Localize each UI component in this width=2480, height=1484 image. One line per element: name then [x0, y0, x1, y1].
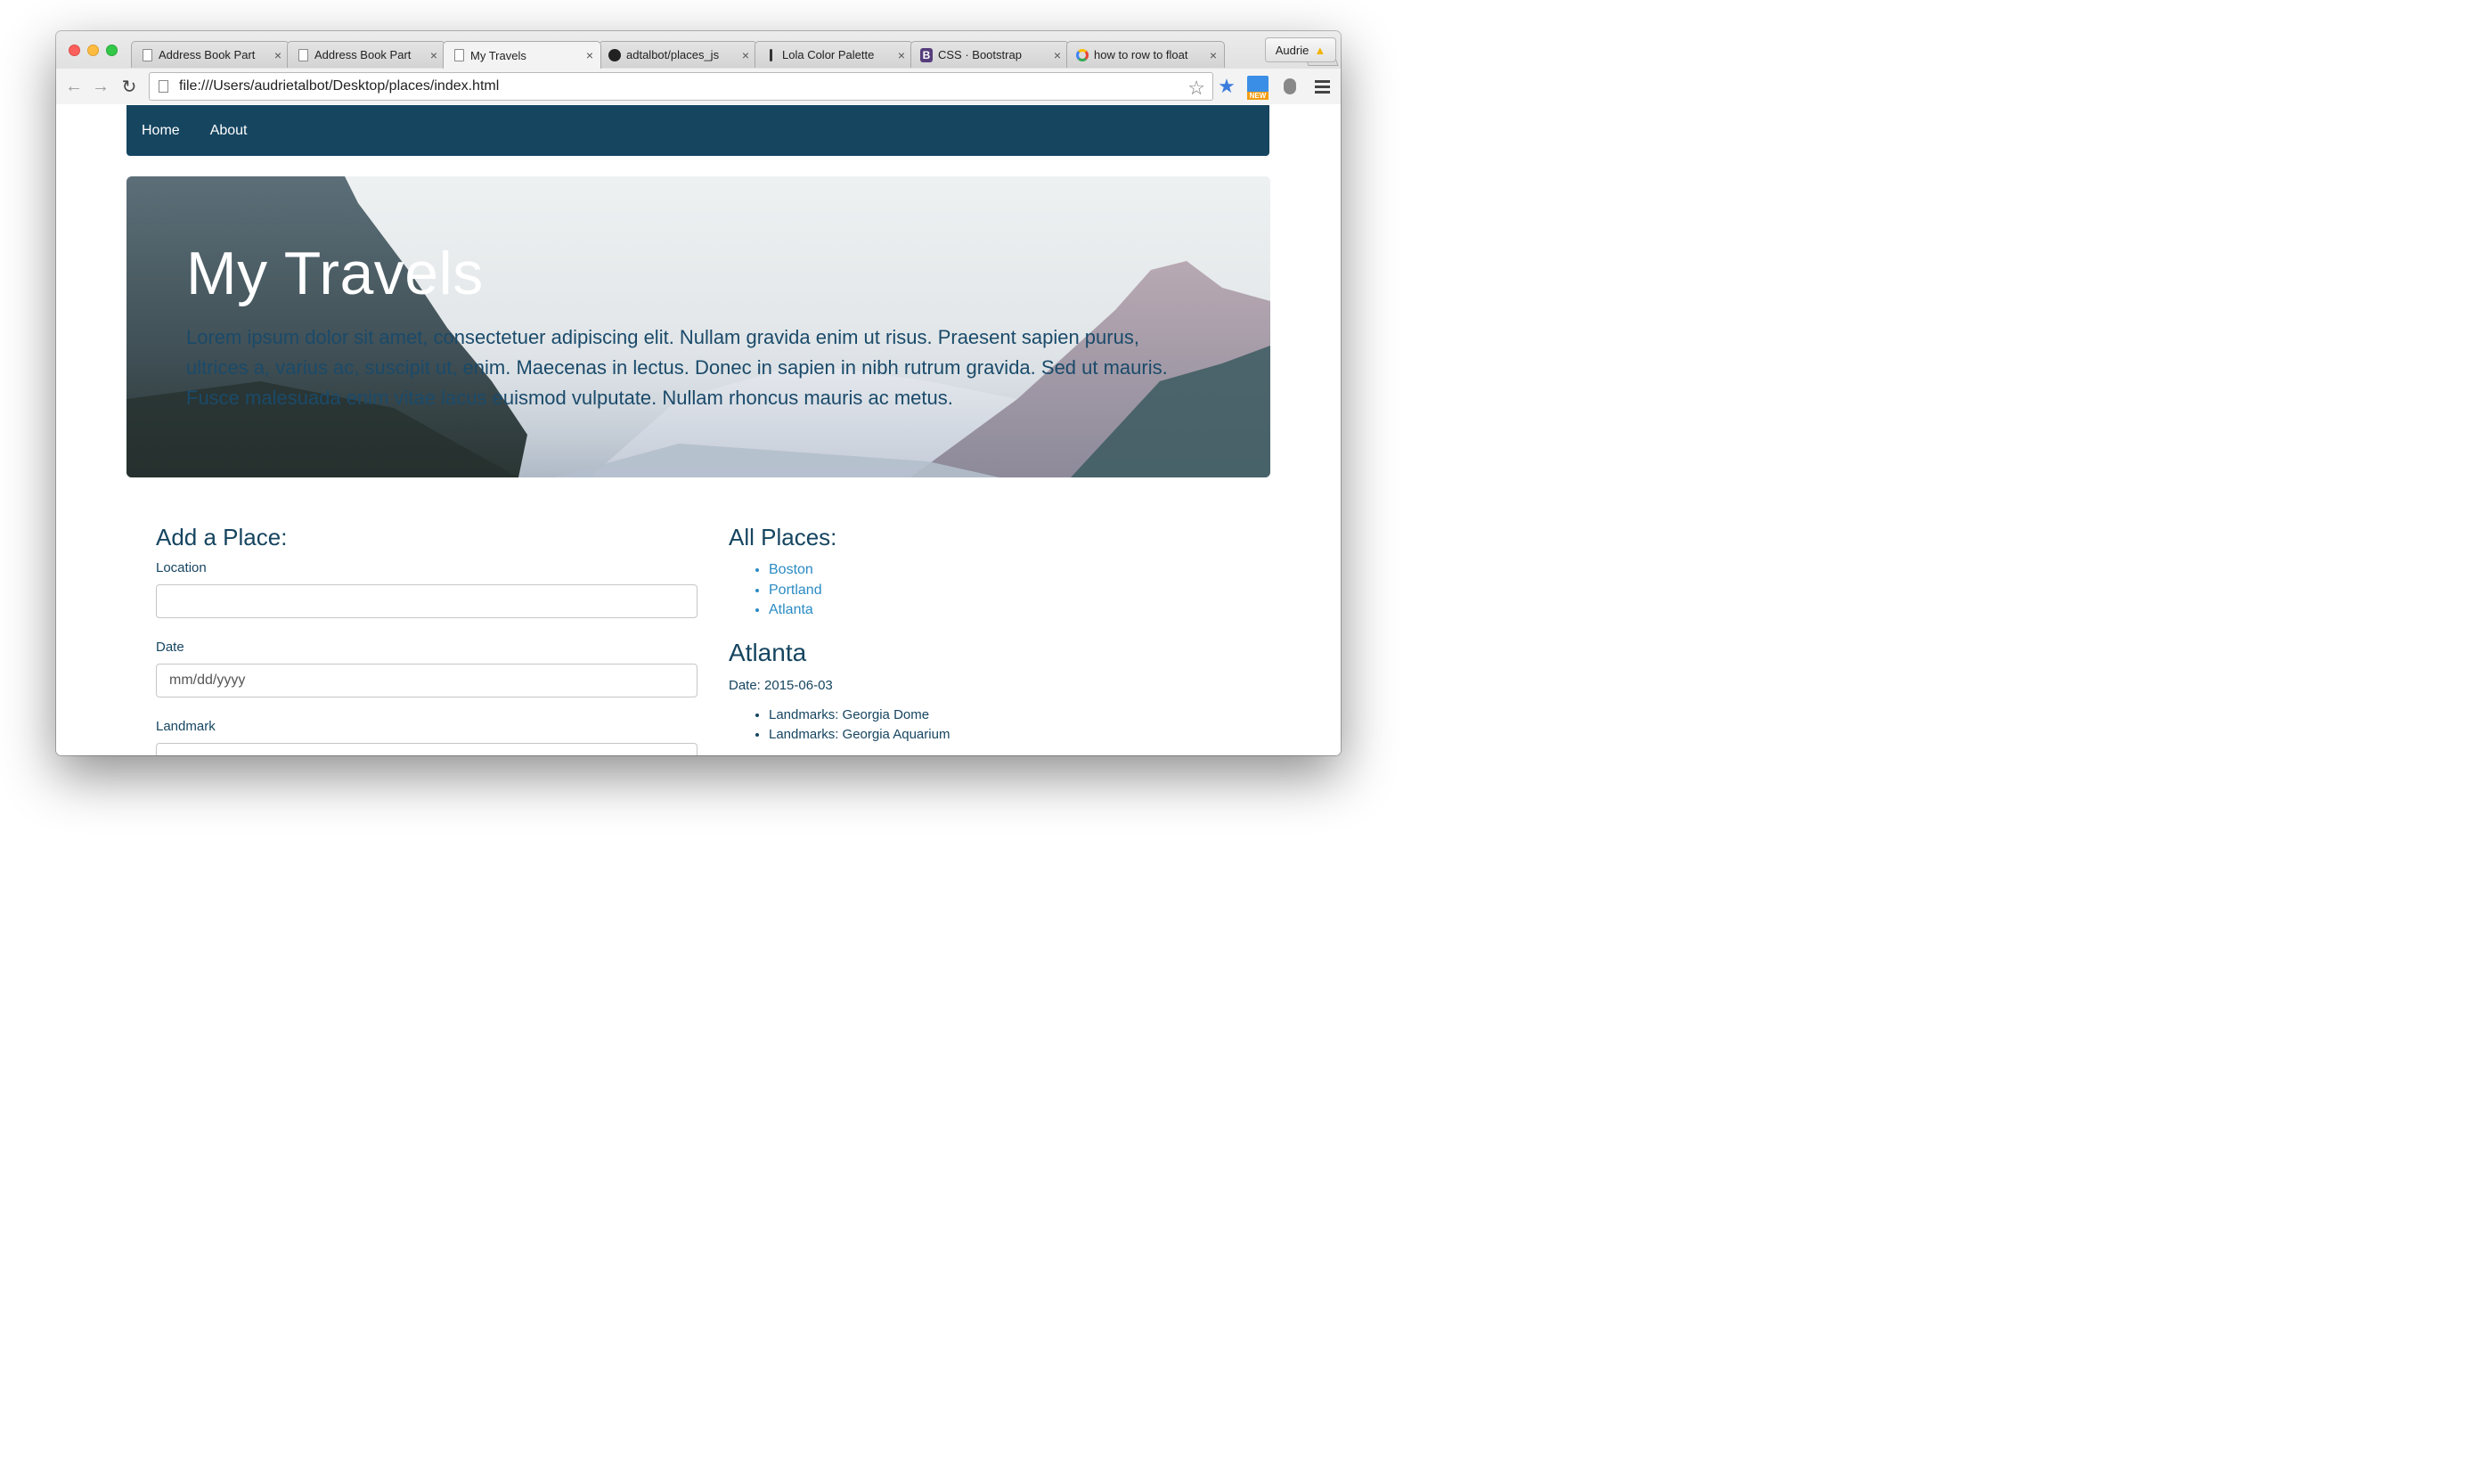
tab-close-icon[interactable]: ×	[579, 48, 600, 62]
new-extension-icon[interactable]: NEW	[1247, 76, 1269, 100]
page-viewport: Home About My Travels Lorem ipsum dolor …	[56, 105, 1341, 755]
tab-github-places[interactable]: adtalbot/places_js ×	[599, 41, 757, 68]
landmark-item: Landmarks: Georgia Dome	[769, 705, 1263, 726]
hero-jumbotron: My Travels Lorem ipsum dolor sit amet, c…	[126, 176, 1270, 477]
list-item: Boston	[769, 560, 1263, 581]
close-window-button[interactable]	[69, 45, 80, 56]
add-place-form: Add a Place: Location Date Landmark	[156, 524, 698, 755]
google-icon	[1076, 48, 1089, 61]
minimize-window-button[interactable]	[87, 45, 99, 56]
address-bar[interactable]: file:///Users/audrietalbot/Desktop/place…	[149, 72, 1213, 101]
place-link-atlanta[interactable]: Atlanta	[769, 602, 813, 617]
document-icon	[141, 48, 153, 61]
landmarks-list: Landmarks: Georgia Dome Landmarks: Georg…	[729, 705, 1263, 746]
location-label: Location	[156, 560, 207, 575]
back-arrow-icon[interactable]: ←	[63, 76, 85, 97]
page-icon	[159, 80, 168, 93]
location-input[interactable]	[156, 584, 698, 618]
tab-address-book-2[interactable]: Address Book Part ×	[287, 41, 445, 68]
browser-toolbar: ← → ↻ file:///Users/audrietalbot/Desktop…	[56, 69, 1341, 104]
reload-icon[interactable]: ↻	[118, 76, 140, 97]
zoom-window-button[interactable]	[106, 45, 118, 56]
tab-close-icon[interactable]: ×	[423, 48, 445, 62]
tab-address-book-1[interactable]: Address Book Part ×	[131, 41, 290, 68]
menu-hamburger-icon[interactable]	[1311, 76, 1333, 97]
nav-link-home[interactable]: Home	[142, 123, 180, 139]
selected-place-date: Date: 2015-06-03	[729, 677, 833, 693]
pipette-icon	[764, 48, 777, 61]
bookmarks-extension-icon[interactable]: ★	[1216, 75, 1237, 97]
tab-close-icon[interactable]: ×	[735, 48, 756, 62]
all-places-heading: All Places:	[729, 524, 837, 550]
bootstrap-icon: B	[920, 47, 933, 62]
document-icon	[453, 49, 465, 61]
profile-button[interactable]: Audrie ▲	[1265, 37, 1336, 62]
list-item: Portland	[769, 581, 1263, 601]
add-place-heading: Add a Place:	[156, 524, 288, 550]
hero-description: Lorem ipsum dolor sit amet, consectetuer…	[186, 326, 1168, 409]
landmark-label: Landmark	[156, 719, 216, 734]
selected-place-title: Atlanta	[729, 638, 807, 666]
date-label: Date	[156, 640, 184, 655]
tab-css-bootstrap[interactable]: B CSS · Bootstrap ×	[910, 41, 1069, 68]
forward-arrow-icon[interactable]: →	[90, 76, 111, 97]
profile-name: Audrie	[1275, 43, 1309, 57]
github-icon	[608, 48, 621, 61]
places-list: Boston Portland Atlanta	[729, 560, 1263, 621]
landmark-item: Landmarks: Georgia Aquarium	[769, 725, 1263, 746]
place-link-boston[interactable]: Boston	[769, 562, 813, 577]
date-input[interactable]	[156, 664, 698, 697]
tab-close-icon[interactable]: ×	[891, 48, 912, 62]
browser-window: Address Book Part × Address Book Part × …	[56, 31, 1341, 755]
tab-google-search[interactable]: how to row to float ×	[1066, 41, 1225, 68]
list-item: Atlanta	[769, 600, 1263, 621]
all-places-panel: All Places: Boston Portland Atlanta Atla…	[729, 524, 1263, 746]
hero-title: My Travels	[186, 240, 484, 307]
document-icon	[297, 48, 309, 61]
address-url: file:///Users/audrietalbot/Desktop/place…	[179, 78, 500, 94]
place-link-portland[interactable]: Portland	[769, 583, 822, 598]
tab-close-icon[interactable]: ×	[267, 48, 289, 62]
nav-link-about[interactable]: About	[210, 123, 248, 139]
browser-chrome: Address Book Part × Address Book Part × …	[56, 31, 1341, 104]
site-navbar: Home About	[126, 105, 1269, 156]
warning-icon: ▲	[1314, 43, 1326, 57]
tab-strip: Address Book Part × Address Book Part × …	[131, 41, 1339, 69]
tab-close-icon[interactable]: ×	[1203, 48, 1224, 62]
bug-extension-icon[interactable]	[1279, 76, 1301, 97]
bookmark-star-icon[interactable]: ☆	[1187, 77, 1205, 100]
tab-close-icon[interactable]: ×	[1047, 48, 1068, 62]
tab-my-travels[interactable]: My Travels ×	[443, 41, 601, 69]
landmark-input[interactable]	[156, 743, 698, 755]
tab-lola-color-palette[interactable]: Lola Color Palette ×	[755, 41, 913, 68]
